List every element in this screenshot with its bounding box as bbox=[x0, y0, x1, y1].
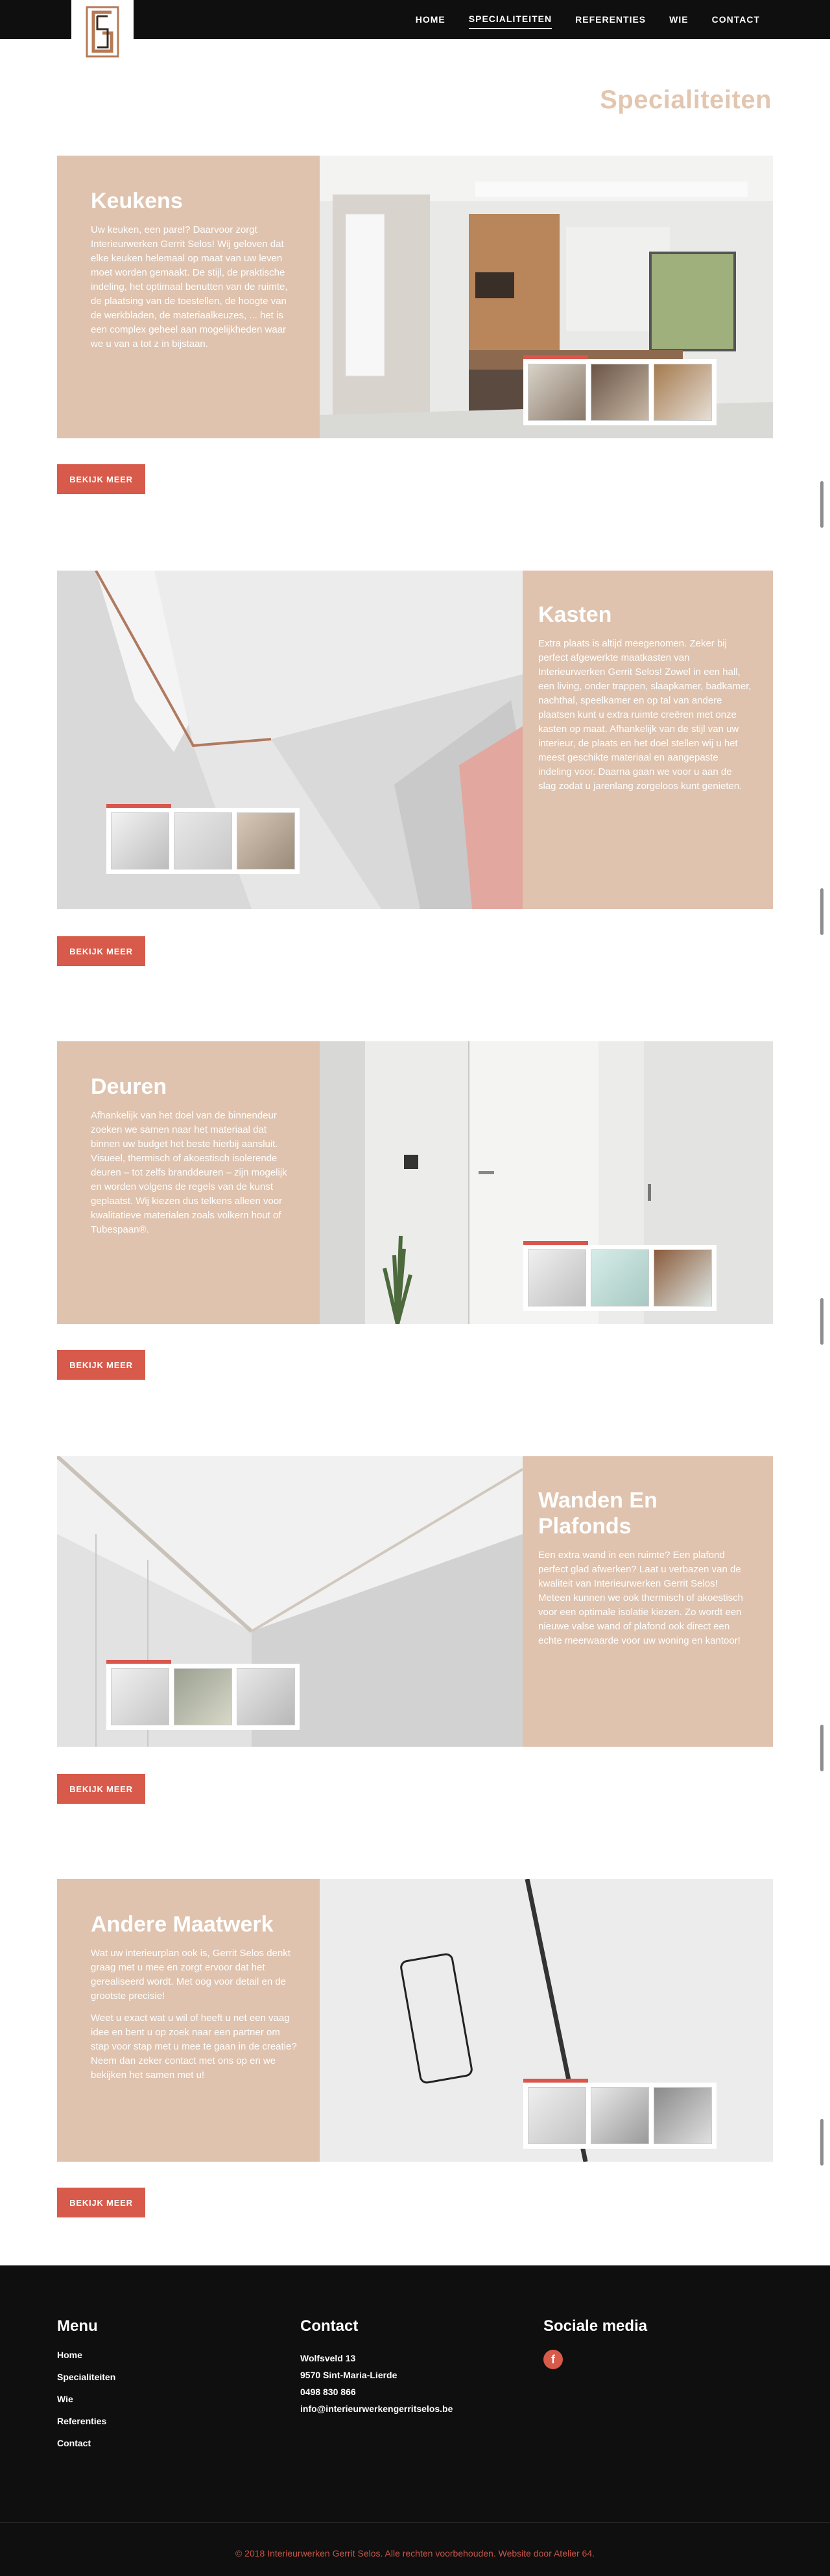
footer-link-contact[interactable]: Contact bbox=[57, 2438, 115, 2448]
wanden-thumbnail-3[interactable] bbox=[237, 1668, 295, 1725]
deuren-bekijk-meer-button[interactable]: BEKIJK MEER bbox=[57, 1350, 145, 1380]
kasten-text-panel: Kasten Extra plaats is altijd meegenomen… bbox=[523, 571, 773, 909]
copyright-text: © 2018 Interieurwerken Gerrit Selos. All… bbox=[235, 2548, 595, 2558]
wanden-thumbnail-1[interactable] bbox=[111, 1668, 169, 1725]
scroll-marker-2 bbox=[820, 888, 824, 935]
keukens-photo bbox=[320, 156, 773, 438]
kasten-thumbnail-strip bbox=[106, 804, 300, 874]
maatwerk-text-panel: Andere Maatwerk Wat uw interieurplan ook… bbox=[57, 1879, 320, 2162]
kasten-photo bbox=[57, 571, 523, 909]
wanden-photo bbox=[57, 1456, 523, 1747]
footer-address-street: Wolfsveld 13 bbox=[300, 2353, 356, 2363]
footer-email[interactable]: info@interieurwerkengerritselos.be bbox=[300, 2400, 453, 2417]
page: HOME SPECIALITEITEN REFERENTIES WIE CONT… bbox=[0, 0, 830, 2576]
top-navigation-bar: HOME SPECIALITEITEN REFERENTIES WIE CONT… bbox=[0, 0, 830, 64]
maatwerk-paragraph-2: Weet u exact wat u wil of heeft u net ee… bbox=[91, 2013, 297, 2081]
keukens-title: Keukens bbox=[91, 189, 183, 213]
facebook-icon[interactable]: f bbox=[543, 2350, 563, 2369]
footer-menu: Menu Home Specialiteiten Wie Referenties… bbox=[57, 2317, 115, 2460]
deuren-thumbnail-2[interactable] bbox=[591, 1249, 649, 1306]
section-wanden-en-plafonds: Wanden En Plafonds Een extra wand in een… bbox=[57, 1456, 773, 1806]
kasten-thumbnail-3[interactable] bbox=[237, 812, 295, 869]
footer-link-home[interactable]: Home bbox=[57, 2350, 115, 2360]
main-nav: HOME SPECIALITEITEN REFERENTIES WIE CONT… bbox=[416, 0, 760, 39]
kasten-thumbnail-1[interactable] bbox=[111, 812, 169, 869]
scroll-marker-1 bbox=[820, 481, 824, 528]
maatwerk-photo bbox=[320, 1879, 773, 2162]
keukens-thumbnail-3[interactable] bbox=[654, 364, 712, 421]
nav-item-referenties[interactable]: REFERENTIES bbox=[575, 10, 646, 29]
footer-social-heading: Sociale media bbox=[543, 2317, 648, 2335]
wanden-text-panel: Wanden En Plafonds Een extra wand in een… bbox=[523, 1456, 773, 1747]
scroll-marker-4 bbox=[820, 1725, 824, 1771]
wanden-title: Wanden En Plafonds bbox=[538, 1488, 658, 1539]
kasten-bekijk-meer-button[interactable]: BEKIJK MEER bbox=[57, 936, 145, 966]
kasten-paragraph: Extra plaats is altijd meegenomen. Zeker… bbox=[538, 638, 752, 792]
footer-menu-heading: Menu bbox=[57, 2317, 98, 2335]
footer-link-specialiteiten[interactable]: Specialiteiten bbox=[57, 2372, 115, 2382]
deuren-thumbnail-strip bbox=[523, 1241, 717, 1311]
keukens-thumbnail-2[interactable] bbox=[591, 364, 649, 421]
deuren-thumbnail-3[interactable] bbox=[654, 1249, 712, 1306]
deuren-thumbnail-1[interactable] bbox=[528, 1249, 586, 1306]
wanden-bekijk-meer-button[interactable]: BEKIJK MEER bbox=[57, 1774, 145, 1804]
footer-contact-heading: Contact bbox=[300, 2317, 359, 2335]
maatwerk-title: Andere Maatwerk bbox=[91, 1912, 274, 1937]
footer-social: Sociale media f bbox=[543, 2317, 647, 2369]
logo[interactable] bbox=[71, 0, 134, 64]
nav-item-wie[interactable]: WIE bbox=[669, 10, 688, 29]
footer-link-referenties[interactable]: Referenties bbox=[57, 2416, 115, 2426]
footer-phone[interactable]: 0498 830 866 bbox=[300, 2383, 453, 2400]
nav-item-specialiteiten[interactable]: SPECIALITEITEN bbox=[468, 10, 552, 29]
maatwerk-thumbnail-2[interactable] bbox=[591, 2087, 649, 2144]
nav-item-contact[interactable]: CONTACT bbox=[712, 10, 760, 29]
keukens-text-panel: Keukens Uw keuken, een parel? Daarvoor z… bbox=[57, 156, 320, 438]
deuren-title: Deuren bbox=[91, 1074, 167, 1099]
footer-link-wie[interactable]: Wie bbox=[57, 2394, 115, 2404]
section-deuren: Deuren Afhankelijk van het doel van de b… bbox=[57, 1041, 773, 1385]
kasten-thumbnail-2[interactable] bbox=[174, 812, 232, 869]
wanden-thumbnail-2[interactable] bbox=[174, 1668, 232, 1725]
scroll-marker-5 bbox=[820, 2119, 824, 2166]
section-kasten: Kasten Extra plaats is altijd meegenomen… bbox=[57, 571, 773, 967]
logo-mark-icon bbox=[86, 6, 119, 58]
keukens-bekijk-meer-button[interactable]: BEKIJK MEER bbox=[57, 464, 145, 494]
wanden-thumbnail-strip bbox=[106, 1660, 300, 1730]
footer-address-city: 9570 Sint-Maria-Lierde bbox=[300, 2370, 397, 2380]
maatwerk-paragraph-1: Wat uw interieurplan ook is, Gerrit Selo… bbox=[91, 1948, 290, 2002]
section-keukens: Keukens Uw keuken, een parel? Daarvoor z… bbox=[57, 156, 773, 506]
keukens-thumbnail-strip bbox=[523, 355, 717, 425]
nav-item-home[interactable]: HOME bbox=[416, 10, 445, 29]
maatwerk-thumbnail-1[interactable] bbox=[528, 2087, 586, 2144]
maatwerk-thumbnail-3[interactable] bbox=[654, 2087, 712, 2144]
footer-divider bbox=[0, 2522, 830, 2523]
deuren-paragraph: Afhankelijk van het doel van de binnende… bbox=[91, 1110, 287, 1235]
keukens-paragraph: Uw keuken, een parel? Daarvoor zorgt Int… bbox=[91, 224, 288, 349]
wanden-paragraph: Een extra wand in een ruimte? Een plafon… bbox=[538, 1550, 744, 1646]
footer-contact: Contact Wolfsveld 13 9570 Sint-Maria-Lie… bbox=[300, 2317, 453, 2417]
deuren-text-panel: Deuren Afhankelijk van het doel van de b… bbox=[57, 1041, 320, 1324]
section-andere-maatwerk: Andere Maatwerk Wat uw interieurplan ook… bbox=[57, 1879, 773, 2229]
maatwerk-bekijk-meer-button[interactable]: BEKIJK MEER bbox=[57, 2188, 145, 2217]
kasten-title: Kasten bbox=[538, 602, 612, 627]
page-title: Specialiteiten bbox=[600, 86, 772, 114]
footer: Menu Home Specialiteiten Wie Referenties… bbox=[0, 2265, 830, 2576]
deuren-photo bbox=[320, 1041, 773, 1324]
maatwerk-thumbnail-strip bbox=[523, 2079, 717, 2149]
scroll-marker-3 bbox=[820, 1298, 824, 1345]
keukens-thumbnail-1[interactable] bbox=[528, 364, 586, 421]
